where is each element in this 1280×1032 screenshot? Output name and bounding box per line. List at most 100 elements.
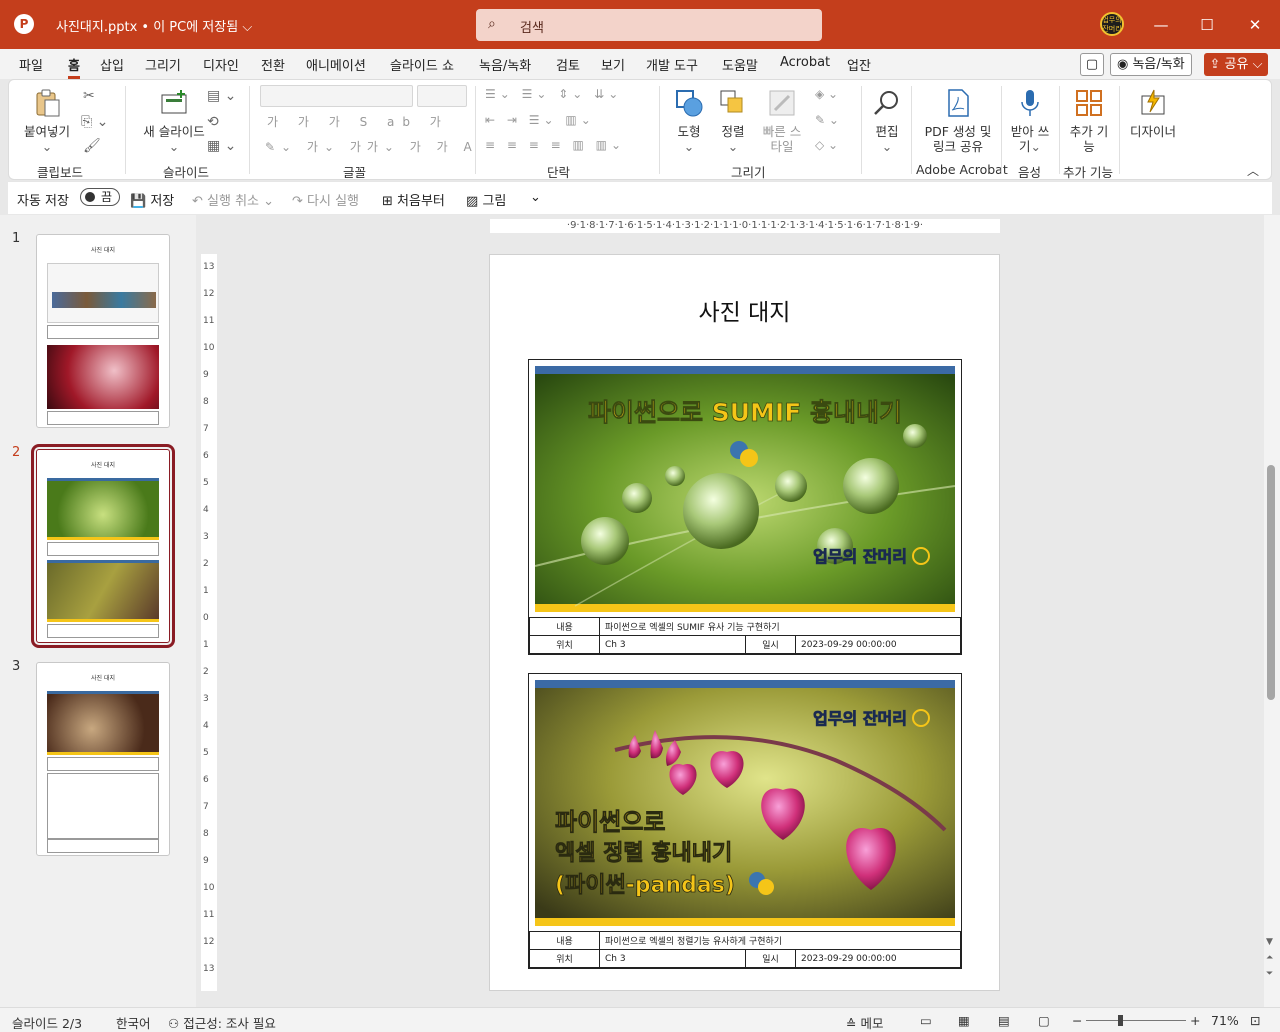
autosave-toggle[interactable]: 끔	[76, 188, 120, 206]
caption-date-label: 일시	[745, 949, 796, 968]
tab-acrobat[interactable]: Acrobat	[780, 55, 830, 70]
slide-thumbnail-3[interactable]: 사진 대지	[36, 662, 170, 856]
image-brand: 업무의 잔머리	[813, 547, 907, 566]
redo-button[interactable]: ↷ 다시 실행	[292, 190, 359, 209]
zoom-slider-thumb[interactable]	[1118, 1015, 1123, 1026]
shapes-button[interactable]: 도형 ⌄	[669, 88, 709, 154]
section-icon[interactable]: ▦ ⌄	[207, 138, 236, 154]
tab-review[interactable]: 검토	[556, 55, 580, 74]
caption-location-value[interactable]: Ch 3	[599, 635, 746, 654]
customize-qa-button[interactable]: ⌄	[530, 190, 541, 205]
copy-icon[interactable]: ⎘ ⌄	[81, 114, 108, 130]
slideshow-view-icon[interactable]: ▢	[1038, 1013, 1050, 1028]
caption-location-value[interactable]: Ch 3	[599, 949, 746, 968]
tab-file[interactable]: 파일	[19, 55, 43, 74]
undo-button[interactable]: ↶ 실행 취소 ⌄	[192, 190, 274, 209]
scroll-down-arrow[interactable]: ▼	[1266, 937, 1273, 947]
tab-draw[interactable]: 그리기	[145, 55, 181, 74]
share-button[interactable]: ⇪ 공유 ⌵	[1204, 53, 1268, 76]
tab-slideshow[interactable]: 슬라이드 쇼	[390, 55, 454, 74]
from-start-button[interactable]: ⊞ 처음부터	[382, 190, 445, 209]
tab-view[interactable]: 보기	[601, 55, 625, 74]
quick-styles-button[interactable]: 빠른 스타일	[759, 88, 805, 154]
caption-content-value[interactable]: 파이썬으로 엑셀의 SUMIF 유사 기능 구현하기	[599, 617, 961, 636]
powerpoint-app-icon[interactable]: P	[14, 14, 34, 34]
format-painter-icon[interactable]: 🖌	[83, 138, 101, 154]
create-pdf-button[interactable]: PDF 생성 및 링크 공유	[919, 88, 997, 154]
thumbnail-image	[47, 560, 159, 622]
tab-addin[interactable]: 업잔	[847, 55, 871, 74]
account-avatar[interactable]: 업무의 잔머리	[1100, 12, 1124, 36]
notes-button[interactable]: ≙ 메모	[846, 1013, 883, 1032]
align-icons[interactable]: ≡ ≡ ≡ ≡ ▥ ▥⌄	[485, 138, 625, 152]
picture-button[interactable]: ▨ 그림	[466, 190, 506, 209]
tab-insert[interactable]: 삽입	[100, 55, 124, 74]
comments-button[interactable]: ▢	[1080, 53, 1104, 76]
caption-date-value[interactable]: 2023-09-29 00:00:00	[795, 635, 961, 654]
caption-location-label: 위치	[529, 635, 600, 654]
shape-effects-icon[interactable]: ◇ ⌄	[815, 138, 838, 152]
caption-date-value[interactable]: 2023-09-29 00:00:00	[795, 949, 961, 968]
cut-icon[interactable]: ✂	[83, 88, 95, 104]
photo-image-2[interactable]: 파이썬으로 엑셀 정렬 흉내내기 (파이썬-pandas) 업무의 잔머리	[535, 680, 955, 926]
designer-button[interactable]: 디자이너	[1125, 88, 1181, 139]
slide-thumbnail-1[interactable]: 사진 대지	[36, 234, 170, 428]
photo-frame-1[interactable]: 파이썬으로 SUMIF 흉내내기 업무의 잔머리 내용 파이썬으로 엑셀의 SU…	[528, 359, 962, 655]
slide-sorter-icon[interactable]: ▦	[958, 1013, 970, 1028]
tab-design[interactable]: 디자인	[203, 55, 239, 74]
zoom-in-button[interactable]: +	[1190, 1013, 1200, 1028]
shape-outline-icon[interactable]: ✎ ⌄	[815, 113, 839, 127]
new-slide-button[interactable]: 새 슬라이드 ⌄	[135, 88, 213, 154]
zoom-slider[interactable]	[1086, 1020, 1186, 1021]
paste-button[interactable]: 붙여넣기 ⌄	[21, 88, 73, 154]
arrange-button[interactable]: 정렬 ⌄	[713, 88, 753, 154]
voice-group-label: 음성	[1018, 165, 1042, 180]
accessibility-check[interactable]: ⚇ 접근성: 조사 필요	[168, 1013, 276, 1032]
tab-animations[interactable]: 애니메이션	[306, 55, 366, 74]
shape-fill-icon[interactable]: ◈ ⌄	[815, 87, 838, 101]
list-icons[interactable]: ☰⌄ ☰⌄ ⇕⌄ ⇊⌄	[485, 87, 622, 101]
tab-developer[interactable]: 개발 도구	[646, 55, 698, 74]
addins-button[interactable]: 추가 기능	[1067, 88, 1111, 154]
zoom-level[interactable]: 71%	[1211, 1013, 1239, 1028]
dictate-button[interactable]: 받아 쓰기⌄	[1009, 88, 1051, 154]
caption-content-value[interactable]: 파이썬으로 엑셀의 정렬기능 유사하게 구현하기	[599, 931, 961, 950]
tab-home[interactable]: 홈	[68, 55, 80, 79]
font-size-combo[interactable]	[417, 85, 467, 107]
minimize-button[interactable]: —	[1148, 12, 1174, 38]
maximize-button[interactable]: ☐	[1194, 12, 1220, 38]
search-box[interactable]: ⌕ 검색	[476, 9, 822, 41]
slide-position[interactable]: 슬라이드 2/3	[12, 1013, 82, 1032]
tab-record[interactable]: 녹음/녹화	[479, 55, 531, 74]
layout-icon[interactable]: ▤ ⌄	[207, 88, 236, 104]
vertical-scrollbar[interactable]: ▼ ⏶ ⏷	[1264, 215, 1280, 1007]
indent-icons[interactable]: ⇤ ⇥ ☰⌄ ▥⌄	[485, 113, 595, 127]
record-button[interactable]: ◉ 녹음/녹화	[1110, 53, 1192, 76]
reset-icon[interactable]: ⟲	[207, 114, 219, 130]
fit-to-window-icon[interactable]: ⊡	[1250, 1013, 1260, 1028]
language-indicator[interactable]: 한국어	[116, 1013, 151, 1032]
save-button[interactable]: 💾 저장	[130, 190, 174, 209]
tab-transitions[interactable]: 전환	[261, 55, 285, 74]
shapes-icon	[676, 90, 703, 117]
slide-thumbnail-2[interactable]: 사진 대지	[31, 444, 175, 648]
photo-frame-2[interactable]: 파이썬으로 엑셀 정렬 흉내내기 (파이썬-pandas) 업무의 잔머리 내용…	[528, 673, 962, 969]
tab-help[interactable]: 도움말	[722, 55, 758, 74]
reading-view-icon[interactable]: ▤	[998, 1013, 1010, 1028]
normal-view-icon[interactable]: ▭	[920, 1013, 932, 1028]
previous-slide-arrow[interactable]: ⏶	[1266, 953, 1273, 963]
font-name-combo[interactable]	[260, 85, 413, 107]
zoom-out-button[interactable]: −	[1072, 1013, 1082, 1028]
photo-image-1[interactable]: 파이썬으로 SUMIF 흉내내기 업무의 잔머리	[535, 366, 955, 612]
slide-title[interactable]: 사진 대지	[490, 293, 999, 327]
thumb-number: 1	[12, 231, 21, 246]
close-button[interactable]: ✕	[1242, 12, 1268, 38]
font-color-icons[interactable]: ✎⌄ 가⌄ 가가⌄ 가 가 A	[265, 138, 478, 155]
current-slide[interactable]: 사진 대지 파이썬으로 SUMIF 흉내내기 업무의 잔머리 내용 파이썬으로 …	[489, 254, 1000, 991]
next-slide-arrow[interactable]: ⏷	[1266, 969, 1273, 979]
scrollbar-thumb[interactable]	[1267, 465, 1275, 700]
collapse-ribbon-button[interactable]: ︿	[1247, 162, 1259, 179]
editing-button[interactable]: 편집 ⌄	[867, 88, 907, 154]
document-title[interactable]: 사진대지.pptx • 이 PC에 저장됨 ⌵	[56, 16, 252, 35]
font-format-icons[interactable]: 가 가 가 S ab 가	[267, 113, 449, 130]
